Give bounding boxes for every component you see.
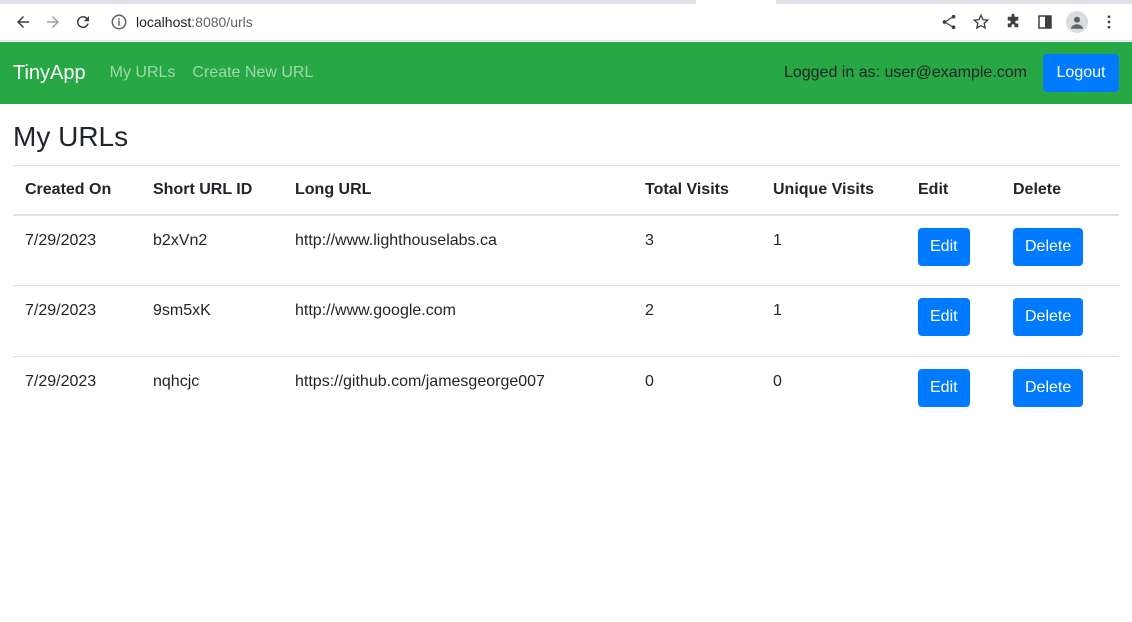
- cell-long-url: http://www.lighthouselabs.ca: [295, 231, 497, 249]
- main-content: My URLs Created On Short URL ID Long URL…: [13, 104, 1119, 428]
- url-host: localhost: [136, 14, 192, 30]
- logout-button[interactable]: Logout: [1043, 54, 1119, 92]
- profile-avatar-icon: [1066, 11, 1088, 33]
- table-row: 7/29/2023 nqhcjc https://github.com/jame…: [13, 356, 1119, 428]
- brand-link[interactable]: TinyApp: [13, 62, 86, 85]
- info-icon[interactable]: [110, 13, 128, 31]
- cell-unique-visits: 1: [773, 231, 782, 249]
- header-total-visits: Total Visits: [633, 165, 761, 216]
- forward-arrow-icon[interactable]: [38, 7, 68, 37]
- page-title: My URLs: [13, 121, 129, 152]
- address-bar[interactable]: localhost:8080/urls: [102, 7, 934, 37]
- cell-edit: Edit: [906, 356, 1001, 428]
- back-arrow-icon[interactable]: [8, 7, 38, 37]
- nav-create-new-url[interactable]: Create New URL: [192, 64, 313, 82]
- cell-delete: Delete: [1001, 285, 1119, 357]
- extensions-icon[interactable]: [998, 7, 1028, 37]
- edit-button[interactable]: Edit: [918, 227, 970, 266]
- share-icon[interactable]: [934, 7, 964, 37]
- url-path: :8080/urls: [191, 14, 253, 30]
- reload-icon[interactable]: [68, 7, 98, 37]
- table-header-row: Created On Short URL ID Long URL Total V…: [13, 165, 1119, 216]
- logged-in-status: Logged in as: user@example.com: [783, 64, 1027, 81]
- cell-created-on: 7/29/2023: [13, 356, 141, 428]
- cell-delete: Delete: [1001, 215, 1119, 286]
- delete-button[interactable]: Delete: [1013, 227, 1084, 266]
- edit-button[interactable]: Edit: [918, 369, 970, 407]
- table-row: 7/29/2023 9sm5xK http://www.google.com 2…: [13, 285, 1119, 357]
- cell-unique-visits: 0: [761, 356, 906, 428]
- header-delete: Delete: [1001, 165, 1119, 216]
- cell-short-url-id: nqhcjc: [141, 356, 283, 428]
- header-edit: Edit: [906, 165, 1001, 216]
- cell-total-visits: 2: [633, 285, 761, 357]
- cell-created-on: 7/29/2023: [13, 285, 141, 357]
- navbar: TinyApp My URLs Create New URL Logged in…: [0, 42, 1132, 104]
- header-long-url: Long URL: [283, 165, 633, 216]
- cell-edit: Edit: [906, 285, 1001, 357]
- edit-button[interactable]: Edit: [918, 298, 970, 336]
- cell-long-url: https://github.com/jamesgeorge007: [283, 356, 633, 428]
- profile-button[interactable]: [1062, 7, 1092, 37]
- bookmark-star-icon[interactable]: [966, 7, 996, 37]
- tab-strip: [0, 0, 1132, 4]
- delete-button[interactable]: Delete: [1013, 369, 1084, 407]
- nav-my-urls[interactable]: My URLs: [110, 64, 176, 82]
- cell-edit: Edit: [906, 215, 1001, 286]
- header-unique-visits: Unique Visits: [761, 165, 906, 216]
- urls-table: Created On Short URL ID Long URL Total V…: [13, 165, 1119, 428]
- cell-short-url-id: 9sm5xK: [141, 285, 283, 357]
- header-created-on: Created On: [13, 165, 141, 216]
- active-tab-edge: [696, 0, 776, 4]
- cell-short-url-id: b2xVn2: [153, 231, 208, 249]
- cell-created-on: 7/29/2023: [25, 231, 97, 249]
- browser-menu-icon[interactable]: [1094, 7, 1124, 37]
- side-panel-icon[interactable]: [1030, 7, 1060, 37]
- table-row: 7/29/2023 b2xVn2 http://www.lighthousela…: [13, 215, 1119, 286]
- cell-total-visits: 3: [645, 231, 654, 249]
- cell-long-url: http://www.google.com: [283, 285, 633, 357]
- browser-toolbar: localhost:8080/urls: [0, 4, 1132, 41]
- cell-total-visits: 0: [633, 356, 761, 428]
- cell-unique-visits: 1: [761, 285, 906, 357]
- cell-delete: Delete: [1001, 356, 1119, 428]
- header-short-url-id: Short URL ID: [141, 165, 283, 216]
- delete-button[interactable]: Delete: [1013, 298, 1084, 336]
